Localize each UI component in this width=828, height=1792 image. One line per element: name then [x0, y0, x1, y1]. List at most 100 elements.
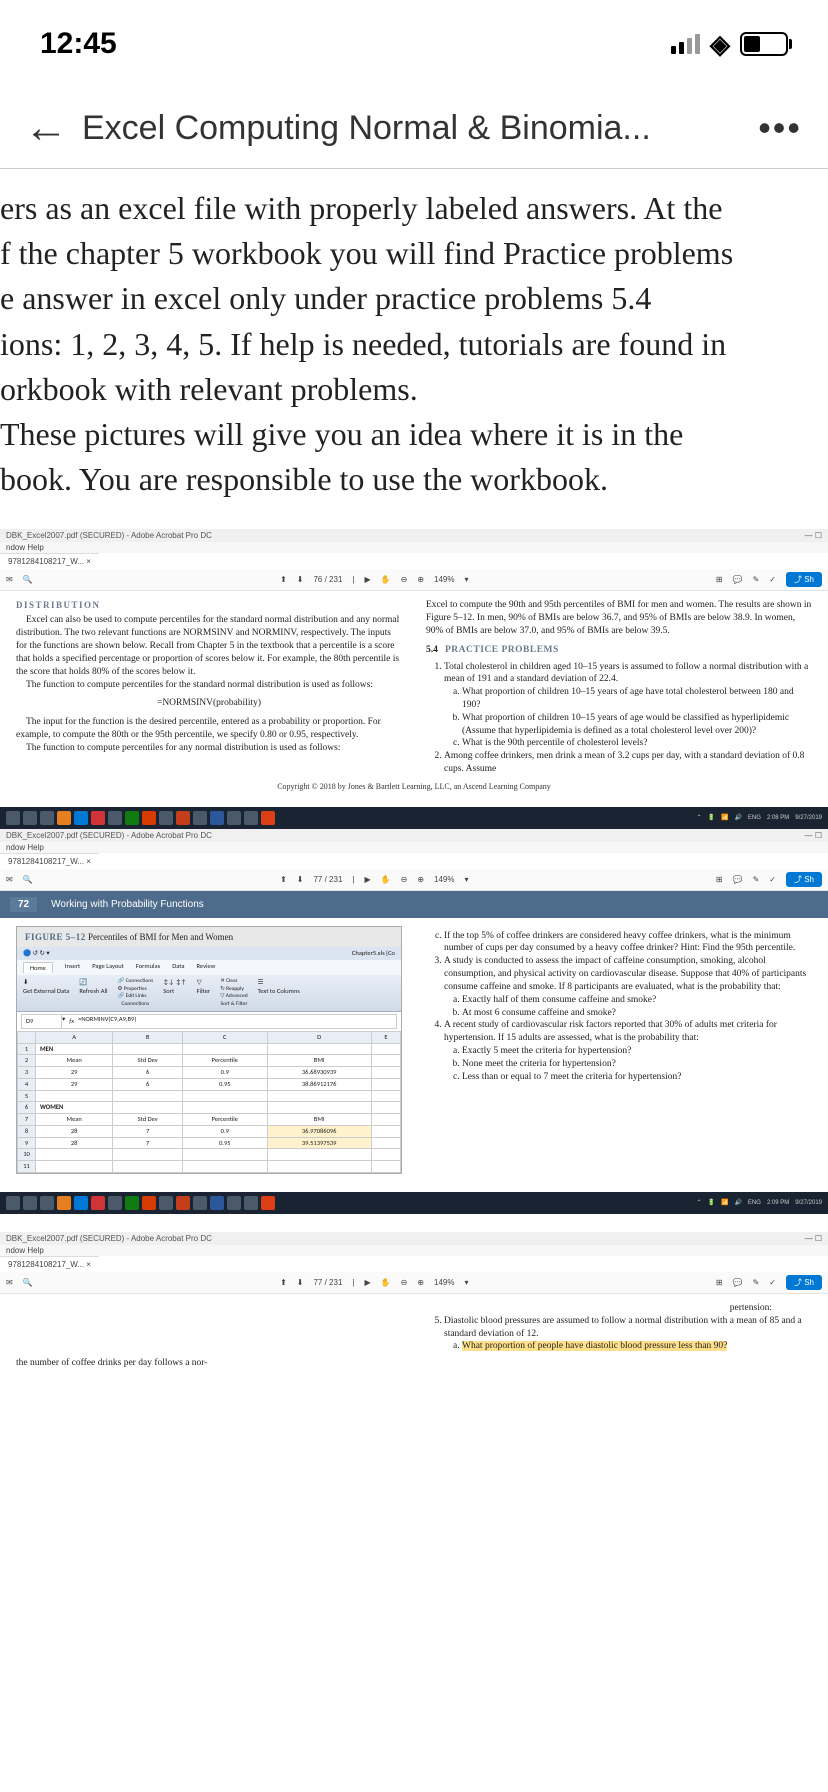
- menu-button[interactable]: •••: [752, 107, 808, 149]
- systray-icon[interactable]: 📶: [721, 1199, 728, 1206]
- comment-icon[interactable]: 💬: [733, 575, 743, 584]
- comment-icon[interactable]: 💬: [733, 875, 743, 884]
- arrow-up-icon[interactable]: ⬆: [280, 1278, 287, 1287]
- tab-data[interactable]: Data: [172, 962, 184, 974]
- acrobat-menubar[interactable]: ndow Help: [0, 1245, 828, 1256]
- back-button[interactable]: ←: [20, 103, 82, 153]
- app-icon[interactable]: [244, 811, 258, 825]
- pointer-icon[interactable]: ▶: [364, 875, 370, 884]
- taskview-icon[interactable]: [40, 811, 54, 825]
- arrow-up-icon[interactable]: ⬆: [280, 875, 287, 884]
- start-icon[interactable]: [6, 811, 20, 825]
- window-controls[interactable]: — ☐: [805, 1234, 822, 1243]
- tab-home[interactable]: Home: [23, 962, 53, 974]
- tab-layout[interactable]: Page Layout: [92, 962, 124, 974]
- excel-icon[interactable]: [125, 811, 139, 825]
- app-icon[interactable]: [244, 1196, 258, 1210]
- start-icon[interactable]: [6, 1196, 20, 1210]
- systray-lang[interactable]: ENG: [748, 815, 761, 821]
- firefox-icon[interactable]: [142, 811, 156, 825]
- app-icon[interactable]: [91, 1196, 105, 1210]
- share-button[interactable]: ⤴ Sh: [786, 872, 822, 887]
- arrow-down-icon[interactable]: ⬇: [297, 1278, 304, 1287]
- app-icon[interactable]: [108, 1196, 122, 1210]
- systray-icon[interactable]: 🔋: [707, 814, 714, 821]
- app-icon[interactable]: [57, 1196, 71, 1210]
- excel-tabs[interactable]: Home Insert Page Layout Formulas Data Re…: [17, 960, 401, 976]
- edge-icon[interactable]: [74, 1196, 88, 1210]
- sign-icon[interactable]: ✓: [769, 575, 776, 584]
- systray-icon[interactable]: 📶: [721, 814, 728, 821]
- cortana-icon[interactable]: [23, 1196, 37, 1210]
- systray-icon[interactable]: 🔊: [734, 814, 741, 821]
- acrobat-tab[interactable]: 9781284108217_W... ×: [0, 553, 99, 569]
- mail-icon[interactable]: ✉: [6, 875, 13, 884]
- pointer-icon[interactable]: ▶: [364, 1278, 370, 1287]
- zoom-out-icon[interactable]: ⊖: [401, 575, 408, 584]
- edit-icon[interactable]: ✎: [753, 575, 760, 584]
- edit-icon[interactable]: ✎: [753, 875, 760, 884]
- app-icon[interactable]: [108, 811, 122, 825]
- word-icon[interactable]: [210, 811, 224, 825]
- systray-icon[interactable]: ⌃: [696, 814, 701, 821]
- hand-icon[interactable]: ✋: [381, 575, 391, 584]
- window-controls[interactable]: — ☐: [805, 831, 822, 840]
- zoom-in-icon[interactable]: ⊕: [417, 1278, 424, 1287]
- mail-icon[interactable]: ✉: [6, 575, 13, 584]
- acrobat-icon[interactable]: [261, 811, 275, 825]
- sign-icon[interactable]: ✓: [769, 875, 776, 884]
- acrobat-tab[interactable]: 9781284108217_W... ×: [0, 1256, 99, 1272]
- word-icon[interactable]: [210, 1196, 224, 1210]
- ribbon-textto[interactable]: Text to Columns: [258, 987, 300, 996]
- app-icon[interactable]: [159, 811, 173, 825]
- share-button[interactable]: ⤴ Sh: [786, 572, 822, 587]
- arrow-down-icon[interactable]: ⬇: [297, 875, 304, 884]
- edge-icon[interactable]: [74, 811, 88, 825]
- hand-icon[interactable]: ✋: [381, 875, 391, 884]
- share-button[interactable]: ⤴ Sh: [786, 1275, 822, 1290]
- tab-formulas[interactable]: Formulas: [136, 962, 160, 974]
- app-icon[interactable]: [57, 811, 71, 825]
- layout-icon[interactable]: ⊞: [716, 875, 723, 884]
- systray-icon[interactable]: 🔊: [734, 1199, 741, 1206]
- zoom-in-icon[interactable]: ⊕: [417, 875, 424, 884]
- app-icon[interactable]: [227, 1196, 241, 1210]
- pointer-icon[interactable]: ▶: [364, 575, 370, 584]
- ribbon-getdata[interactable]: Get External Data: [23, 987, 69, 996]
- acrobat-icon[interactable]: [261, 1196, 275, 1210]
- systray-icon[interactable]: 🔋: [707, 1199, 714, 1206]
- search-icon[interactable]: 🔍: [23, 875, 33, 884]
- firefox-icon[interactable]: [142, 1196, 156, 1210]
- arrow-down-icon[interactable]: ⬇: [297, 575, 304, 584]
- taskview-icon[interactable]: [40, 1196, 54, 1210]
- excel-icon[interactable]: [125, 1196, 139, 1210]
- search-icon[interactable]: 🔍: [23, 575, 33, 584]
- edit-icon[interactable]: ✎: [753, 1278, 760, 1287]
- tab-insert[interactable]: Insert: [65, 962, 80, 974]
- ribbon-refresh[interactable]: Refresh All: [79, 987, 107, 996]
- acrobat-tab[interactable]: 9781284108217_W... ×: [0, 853, 99, 869]
- app-icon[interactable]: [91, 811, 105, 825]
- app-icon[interactable]: [227, 811, 241, 825]
- app-icon[interactable]: [193, 1196, 207, 1210]
- tab-review[interactable]: Review: [196, 962, 215, 974]
- hand-icon[interactable]: ✋: [381, 1278, 391, 1287]
- acrobat-menubar[interactable]: ndow Help: [0, 842, 828, 853]
- systray-icon[interactable]: ⌃: [696, 1199, 701, 1206]
- zoom-out-icon[interactable]: ⊖: [401, 875, 408, 884]
- layout-icon[interactable]: ⊞: [716, 1278, 723, 1287]
- layout-icon[interactable]: ⊞: [716, 575, 723, 584]
- formula-bar[interactable]: D9 ▾ fx =NORMINV(C9,A9,B9): [21, 1014, 397, 1029]
- zoom-out-icon[interactable]: ⊖: [401, 1278, 408, 1287]
- sign-icon[interactable]: ✓: [769, 1278, 776, 1287]
- app-icon[interactable]: [159, 1196, 173, 1210]
- zoom-in-icon[interactable]: ⊕: [417, 575, 424, 584]
- cortana-icon[interactable]: [23, 811, 37, 825]
- ppt-icon[interactable]: [176, 811, 190, 825]
- arrow-up-icon[interactable]: ⬆: [280, 575, 287, 584]
- app-icon[interactable]: [193, 811, 207, 825]
- acrobat-menubar[interactable]: ndow Help: [0, 542, 828, 553]
- window-controls[interactable]: — ☐: [805, 531, 822, 540]
- mail-icon[interactable]: ✉: [6, 1278, 13, 1287]
- ppt-icon[interactable]: [176, 1196, 190, 1210]
